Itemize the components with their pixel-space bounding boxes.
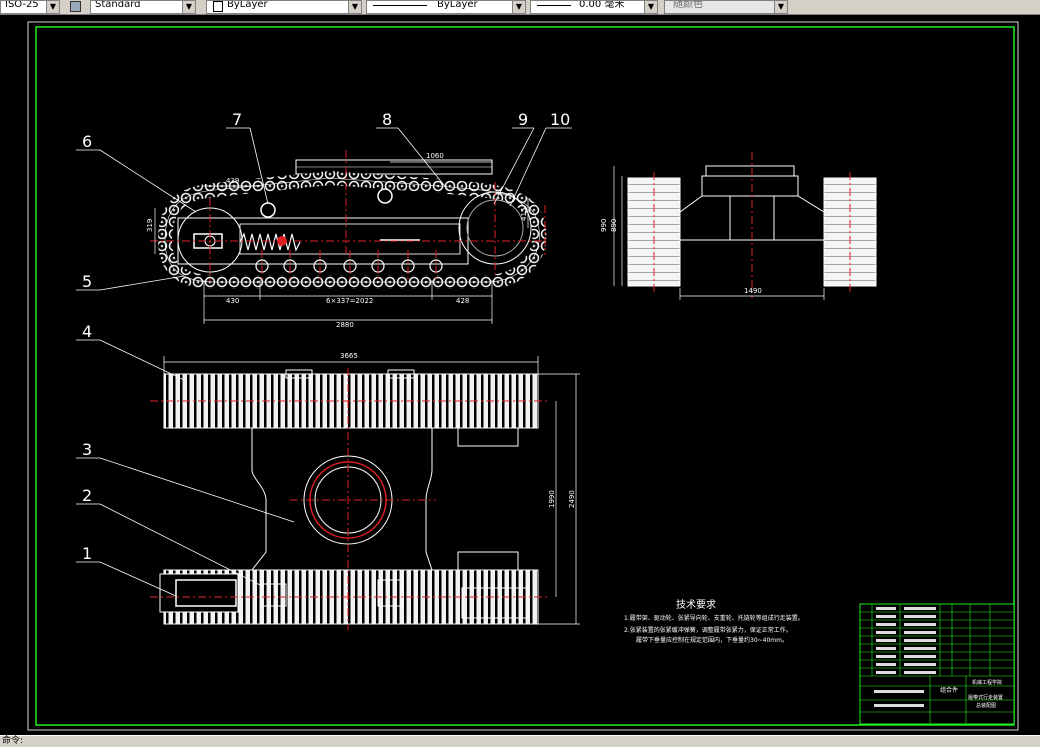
lineweight-select[interactable]: 0.00 毫米 ▼ — [530, 0, 658, 14]
linetype-select[interactable]: ByLayer ▼ — [366, 0, 526, 14]
dim-1990: 1990 — [548, 490, 556, 508]
chevron-down-icon[interactable]: ▼ — [182, 1, 195, 13]
textstyle-value: Standard — [95, 0, 141, 10]
dim-428: 428 — [456, 297, 469, 305]
chevron-down-icon[interactable]: ▼ — [644, 1, 657, 13]
dim-1060: 1060 — [426, 152, 444, 160]
top-view — [150, 356, 580, 630]
front-view — [613, 152, 877, 300]
linetype-value: ByLayer — [437, 0, 478, 10]
drawing-svg: 1060 439 319 415 430 6×337=2022 428 2880 — [27, 21, 1019, 731]
dim-415: 415 — [520, 208, 528, 221]
layer-select[interactable]: ByLayer ▼ — [206, 0, 362, 14]
balloon-9: 9 — [518, 110, 528, 129]
dim-2490: 2490 — [568, 490, 576, 508]
properties-toolbar: ISO-25 ▼ Standard ▼ ByLayer ▼ ByLayer ▼ … — [0, 0, 1040, 15]
dim-roller-pitch: 6×337=2022 — [326, 297, 373, 305]
balloon-3: 3 — [82, 440, 92, 459]
tb-part-type: 组合件 — [940, 686, 958, 694]
notes-title: 技术要求 — [676, 598, 716, 611]
color-select[interactable]: 随颜色 ▼ — [664, 0, 788, 14]
layer-value: ByLayer — [227, 0, 268, 10]
dim-439: 439 — [226, 177, 239, 185]
balloon-5: 5 — [82, 272, 92, 291]
tb-school: 机械工程学院 — [972, 679, 1002, 686]
balloon-8: 8 — [382, 110, 392, 129]
technical-notes: 技术要求 1.履带架、驱动轮、张紧导向轮、支重轮、托链轮等组成行走装置。 2.张… — [624, 598, 804, 644]
text-style-icon[interactable] — [68, 0, 82, 12]
dim-2880: 2880 — [336, 321, 354, 329]
line-preview-icon — [373, 5, 427, 6]
side-view — [150, 150, 547, 289]
title-block: 组合件 机械工程学院 履带式行走装置 总装配图 — [859, 603, 1015, 725]
notes-line-1: 1.履带架、驱动轮、张紧导向轮、支重轮、托链轮等组成行走装置。 — [624, 614, 804, 622]
color-value: 随颜色 — [673, 0, 703, 10]
tb-drawing-name: 履带式行走装置 — [968, 694, 1003, 701]
balloon-10: 10 — [550, 110, 570, 129]
line-preview-icon — [537, 5, 571, 6]
command-line[interactable]: 命令: — [0, 735, 1040, 747]
chevron-down-icon[interactable]: ▼ — [348, 1, 361, 13]
chevron-down-icon[interactable]: ▼ — [512, 1, 525, 13]
balloon-4: 4 — [82, 322, 92, 341]
balloon-1: 1 — [82, 544, 92, 563]
front-view-dim-labels: 1490 990 890 — [600, 219, 762, 295]
notes-line-3: 履带下垂量应控制在规定范围内，下垂量约30~40mm。 — [636, 636, 788, 644]
textstyle-select[interactable]: Standard ▼ — [90, 0, 196, 14]
dim-319: 319 — [146, 219, 154, 232]
dim-3665: 3665 — [340, 352, 358, 360]
balloon-6: 6 — [82, 132, 92, 151]
dim-1490: 1490 — [744, 287, 762, 295]
dimstyle-value: ISO-25 — [5, 0, 39, 10]
dim-430: 430 — [226, 297, 239, 305]
notes-line-2: 2.张紧装置的张紧缓冲弹簧，调整履带张紧力，保证正常工作。 — [624, 626, 792, 634]
dim-890: 890 — [610, 219, 618, 232]
drawing-canvas[interactable]: 1060 439 319 415 430 6×337=2022 428 2880 — [0, 15, 1040, 735]
chevron-down-icon[interactable]: ▼ — [46, 1, 59, 13]
command-prompt: 命令: — [2, 736, 24, 746]
balloon-7: 7 — [232, 110, 242, 129]
color-swatch-icon — [213, 1, 223, 12]
dim-990: 990 — [600, 219, 608, 232]
tb-drawing-sub: 总装配图 — [976, 702, 996, 709]
balloon-2: 2 — [82, 486, 92, 505]
chevron-down-icon[interactable]: ▼ — [774, 1, 787, 13]
lineweight-value: 0.00 毫米 — [579, 0, 625, 10]
dimstyle-select[interactable]: ISO-25 ▼ — [0, 0, 60, 14]
